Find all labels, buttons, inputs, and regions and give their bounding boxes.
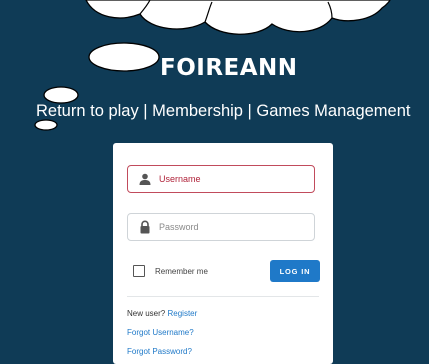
password-field[interactable]: Password [127,213,315,241]
username-field[interactable]: Username [127,165,315,193]
divider [127,296,319,297]
register-link[interactable]: Register [167,309,197,318]
remember-me-label: Remember me [155,266,208,276]
forgot-username-link[interactable]: Forgot Username? [127,328,194,337]
remember-me-checkbox[interactable] [133,265,145,277]
forgot-password-link[interactable]: Forgot Password? [127,347,192,356]
new-user-row: New user? Register [127,309,197,318]
forgot-password-row: Forgot Password? [127,347,192,356]
new-user-text: New user? [127,309,166,318]
tagline: Return to play | Membership | Games Mana… [36,102,411,120]
username-placeholder: Username [159,174,201,184]
login-card: Username Password Remember me LOG IN New… [113,143,333,364]
password-placeholder: Password [159,222,199,232]
forgot-username-row: Forgot Username? [127,328,194,337]
login-button[interactable]: LOG IN [270,260,320,282]
brand-logo-text: FOIREANN [160,55,298,81]
remember-me[interactable]: Remember me [133,265,208,277]
lock-icon [138,220,152,234]
user-icon [138,172,152,186]
